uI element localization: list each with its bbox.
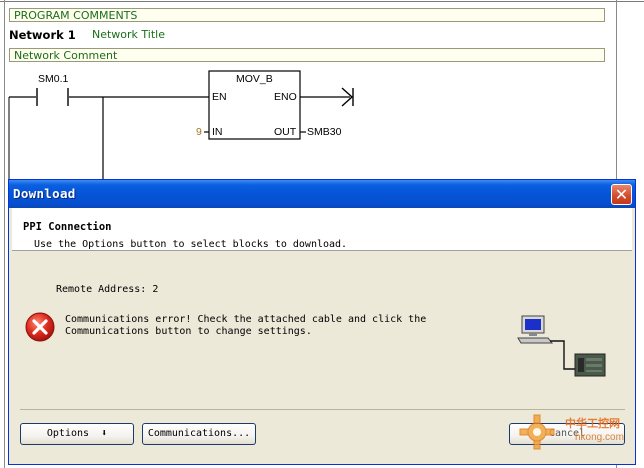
in-value[interactable]: 9 xyxy=(196,126,202,138)
gear-icon xyxy=(519,414,555,450)
error-message-line1: Communications error! Check the attached… xyxy=(65,314,427,325)
error-icon xyxy=(25,312,55,342)
pin-en: EN xyxy=(212,91,227,103)
header-separator xyxy=(12,250,632,251)
watermark-text: 中华工控网 xyxy=(565,417,620,430)
watermark-url: hkong.com xyxy=(575,432,624,443)
pin-in: IN xyxy=(212,126,223,138)
dialog-header-panel: PPI Connection Use the Options button to… xyxy=(12,208,632,250)
watermark: 中华工控网 hkong.com xyxy=(515,410,635,458)
contact-label[interactable]: SM0.1 xyxy=(38,73,68,85)
pin-out: OUT xyxy=(274,126,297,138)
computer-plc-icon xyxy=(517,315,606,377)
header-subtitle: Use the Options button to select blocks … xyxy=(34,239,348,250)
dialog-titlebar[interactable]: Download ✕ xyxy=(9,180,635,208)
remote-address: Remote Address: 2 xyxy=(56,284,159,295)
error-message-line2: Communications button to change settings… xyxy=(65,326,312,337)
out-value[interactable]: SMB30 xyxy=(307,126,341,138)
close-button[interactable]: ✕ xyxy=(611,184,632,205)
download-dialog: Download ✕ PPI Connection Use the Option… xyxy=(8,179,636,465)
communications-button[interactable]: Communications... xyxy=(142,423,256,445)
dialog-title: Download xyxy=(13,186,76,201)
close-icon: ✕ xyxy=(614,185,629,204)
header-title: PPI Connection xyxy=(23,221,112,233)
block-name: MOV_B xyxy=(236,73,273,85)
pin-eno: ENO xyxy=(274,91,297,103)
options-button[interactable]: Options ⬇ xyxy=(20,423,134,445)
